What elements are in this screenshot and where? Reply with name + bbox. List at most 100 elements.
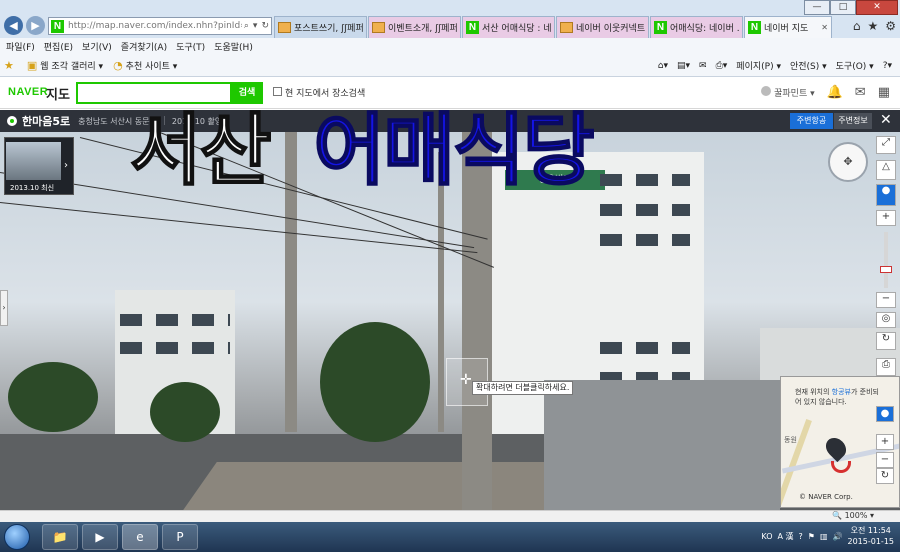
system-tray: KO A 漢 ? ⚑ ▥ 🔊 오전 11:54 2015-01-15 <box>761 525 894 547</box>
suggested-sites[interactable]: ◔ 추천 사이트 ▾ <box>113 59 177 72</box>
tools-menu[interactable]: 도구(O) ▾ <box>836 59 874 72</box>
search-icon[interactable]: ⌕ <box>244 21 249 31</box>
compass-control[interactable]: ✥ <box>828 142 868 182</box>
tab-seosan-restaurant[interactable]: N 서산 어매식당 : 네... <box>462 16 555 38</box>
search-input[interactable] <box>76 82 232 104</box>
rotate-icon[interactable]: ↻ <box>876 332 896 350</box>
settings-gear-icon[interactable]: ⚙ <box>885 19 896 33</box>
favorites-add-icon[interactable]: ★ <box>4 59 17 72</box>
thumbnail-image[interactable] <box>6 142 61 180</box>
naver-icon: N <box>748 21 761 34</box>
address-bar[interactable]: N http://map.naver.com/index.nhn?pinId=3… <box>48 17 272 35</box>
close-icon[interactable]: ✕ <box>880 112 892 128</box>
tilt-icon[interactable]: ◎ <box>876 312 896 328</box>
menu-view[interactable]: 보기(V) <box>82 40 112 53</box>
flag-icon[interactable]: ⚑ <box>808 532 815 541</box>
minimap-zoom-out-button[interactable]: − <box>876 452 894 468</box>
home-icon[interactable]: ⌂▾ <box>658 61 668 71</box>
blog-icon <box>372 22 385 33</box>
web-slice-gallery[interactable]: ▣ 웹 조각 갤러리 ▾ <box>27 59 103 72</box>
language-indicator[interactable]: KO <box>761 532 772 541</box>
zoom-level[interactable]: 🔍 100% ▾ <box>832 511 874 520</box>
tab-restaurant-search[interactable]: N 어매식당: 네이버 ... <box>650 16 743 38</box>
naver-logo[interactable]: NAVER <box>8 86 48 98</box>
minimize-button[interactable]: — <box>804 0 830 15</box>
menu-edit[interactable]: 편집(E) <box>44 40 73 53</box>
menu-favorites[interactable]: 즐겨찾기(A) <box>121 40 167 53</box>
menu-file[interactable]: 파일(F) <box>6 40 35 53</box>
web-slice-label: 웹 조각 갤러리 ▾ <box>40 62 104 72</box>
forward-arrow-icon[interactable]: ▶ <box>26 16 45 35</box>
notification-bell-icon[interactable]: 🔔 <box>827 85 843 100</box>
media-player-icon[interactable]: ▶ <box>82 524 118 550</box>
clock[interactable]: 오전 11:54 2015-01-15 <box>848 525 895 547</box>
double-click-tooltip: 확대하려면 더블클릭하세요. <box>472 381 574 395</box>
menu-tools[interactable]: 도구(T) <box>176 40 205 53</box>
area-search-label: 현 지도에서 장소검색 <box>285 89 366 99</box>
minimap-pegman-icon[interactable]: ● <box>876 406 894 422</box>
close-button[interactable]: ✕ <box>856 0 898 15</box>
refresh-icon[interactable]: ↻ <box>261 21 269 31</box>
ime-indicator[interactable]: A 漢 <box>778 531 794 542</box>
help-icon[interactable]: ?▾ <box>883 61 892 71</box>
browser-icons: ⌂ ★ ⚙ <box>853 19 896 33</box>
chevron-right-icon[interactable]: › <box>64 160 68 171</box>
home-icon[interactable]: ⌂ <box>853 19 861 33</box>
print-icon[interactable]: ⎙ <box>876 358 896 376</box>
menu-help[interactable]: 도움말(H) <box>214 40 253 53</box>
address-url[interactable]: http://map.naver.com/index.nhn?pinId=348… <box>68 21 242 31</box>
feeds-icon[interactable]: ▤▾ <box>677 61 690 71</box>
internet-explorer-icon[interactable]: e <box>122 524 158 550</box>
tree <box>8 362 98 432</box>
gray-wall <box>544 380 780 510</box>
search-button[interactable]: 검색 <box>231 82 263 104</box>
close-tab-icon[interactable]: ✕ <box>821 23 828 32</box>
page-menu[interactable]: 페이지(P) ▾ <box>736 59 781 72</box>
pegman-icon[interactable]: ● <box>876 184 896 206</box>
tab-label: 네이버 이웃커넥트... <box>576 24 645 34</box>
tab-neighbor-connect[interactable]: 네이버 이웃커넥트... <box>556 16 649 38</box>
volume-icon[interactable]: 🔊 <box>833 532 843 541</box>
explorer-icon[interactable]: 📁 <box>42 524 78 550</box>
road-view-icon[interactable]: △ <box>876 160 896 180</box>
start-button[interactable] <box>4 524 30 550</box>
mail-icon[interactable]: ✉ <box>855 85 866 100</box>
map-title[interactable]: 지도 <box>46 84 70 103</box>
tab-naver-map[interactable]: N 네이버 지도 ✕ <box>744 16 832 38</box>
fullscreen-icon[interactable]: ⤢ <box>876 136 896 154</box>
tray-help-icon[interactable]: ? <box>799 532 803 541</box>
maximize-button[interactable]: □ <box>830 0 856 15</box>
tab-label: 서산 어매식당 : 네... <box>482 24 551 34</box>
powerpoint-icon[interactable]: P <box>162 524 198 550</box>
overlay-title-blue: 어매식당 <box>313 105 596 197</box>
mail-icon[interactable]: ✉ <box>699 61 707 71</box>
favorites-star-icon[interactable]: ★ <box>867 19 878 33</box>
minimap-zoom-in-button[interactable]: + <box>876 434 894 450</box>
around-info-button[interactable]: 주변정보 <box>834 113 872 129</box>
window-controls: — □ ✕ <box>804 0 898 15</box>
naver-icon: N <box>654 21 667 34</box>
tab-strip: 포스트쓰기, ʃʃ페퍼... 이벤트소개, ʃʃ페퍼... N 서산 어매식당 … <box>274 16 833 38</box>
minimap-rotate-icon[interactable]: ↻ <box>876 468 894 484</box>
side-panel-toggle[interactable]: › <box>0 290 8 326</box>
building-windows <box>600 204 690 216</box>
zoom-slider-knob[interactable] <box>880 266 892 273</box>
zoom-out-button[interactable]: − <box>876 292 896 308</box>
blog-icon <box>560 22 573 33</box>
user-menu[interactable]: 꿀파민트 ▾ <box>761 86 815 99</box>
network-icon[interactable]: ▥ <box>820 532 828 541</box>
area-search-checkbox[interactable] <box>273 87 282 96</box>
web-slice-icon: ▣ <box>26 59 38 72</box>
zoom-slider-track[interactable] <box>884 232 888 288</box>
apps-grid-icon[interactable]: ▦ <box>878 85 890 100</box>
back-arrow-icon[interactable]: ◀ <box>4 16 23 35</box>
zoom-in-button[interactable]: + <box>876 210 896 226</box>
print-icon[interactable]: ⎙▾ <box>716 61 728 71</box>
clock-time: 오전 11:54 <box>850 526 891 535</box>
chevron-down-icon[interactable]: ▾ <box>253 21 258 31</box>
around-aerial-button[interactable]: 주변항공 <box>790 113 833 129</box>
tab-post-write[interactable]: 포스트쓰기, ʃʃ페퍼... <box>274 16 367 38</box>
tab-event-intro[interactable]: 이벤트소개, ʃʃ페퍼... <box>368 16 461 38</box>
overlay-title-white: 서산 <box>129 105 273 197</box>
safety-menu[interactable]: 안전(S) ▾ <box>790 59 827 72</box>
